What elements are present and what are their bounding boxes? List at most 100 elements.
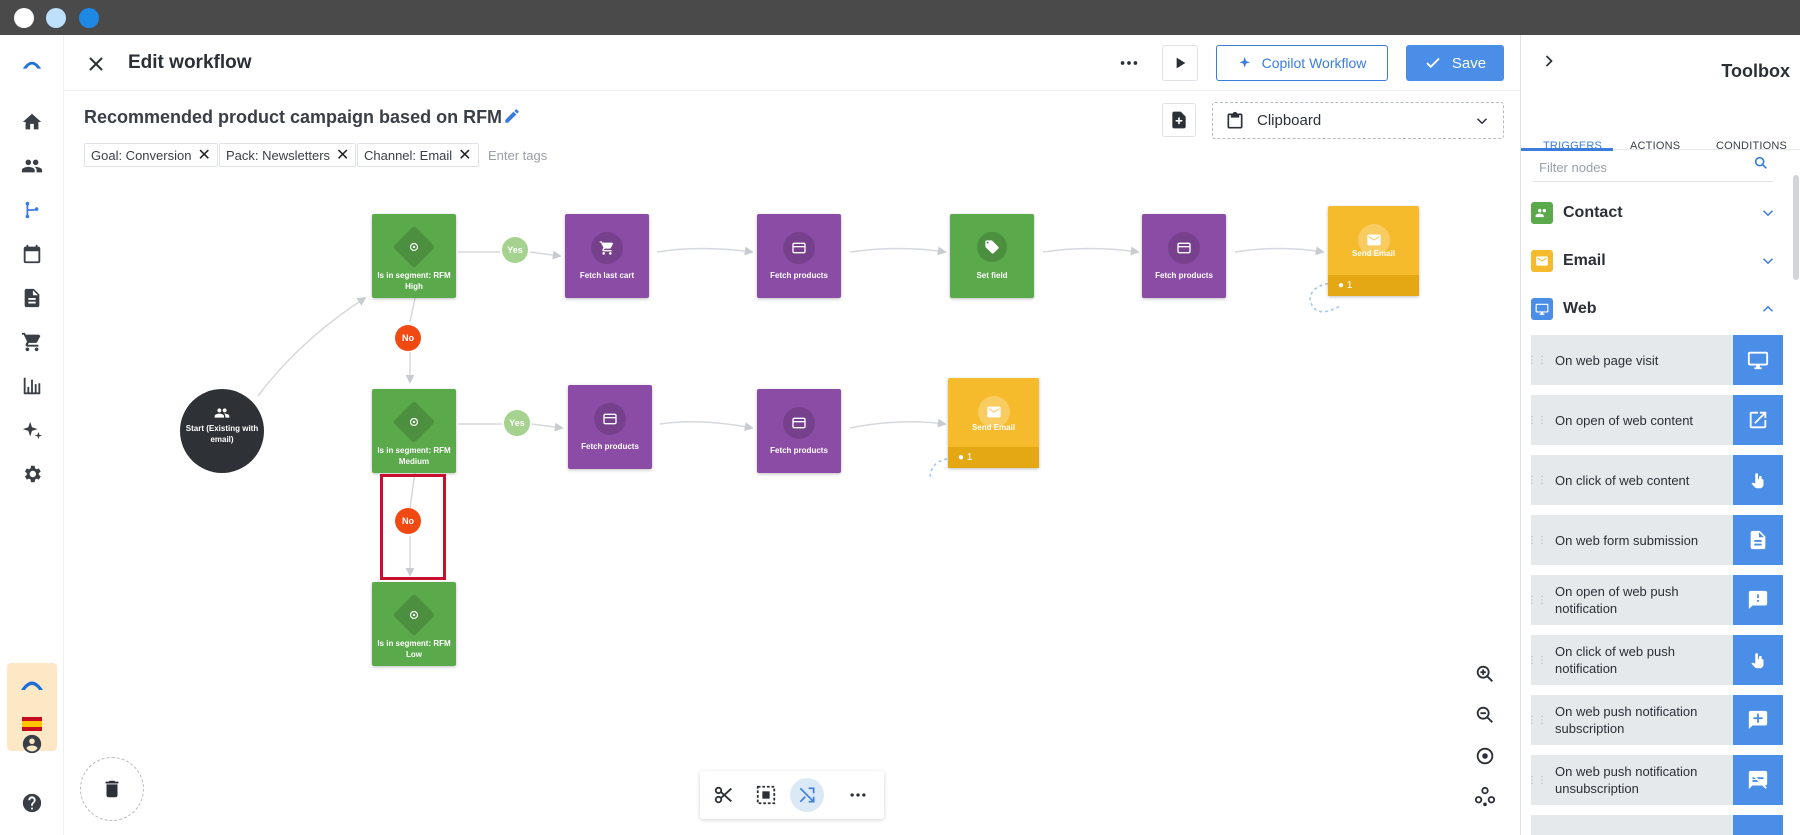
action-node-fetch-products[interactable]: Fetch products: [1142, 214, 1226, 298]
contacts-icon: [1531, 202, 1553, 224]
action-node-fetch-products[interactable]: Fetch products: [757, 389, 841, 473]
segment-icon: [392, 400, 436, 444]
node-label: Send Email: [1351, 249, 1396, 258]
collapse-chevron-icon[interactable]: [1539, 51, 1559, 71]
no-badge: No: [395, 508, 421, 534]
action-node-send-email[interactable]: Send Email ● 1: [948, 378, 1039, 468]
drag-handle-icon[interactable]: ⋮⋮: [1527, 575, 1547, 625]
node-label: Fetch products: [770, 446, 828, 455]
no-badge: No: [395, 325, 421, 351]
toolbox-item-web-form-submission[interactable]: ⋮⋮ On web form submission: [1527, 515, 1783, 565]
drag-handle-icon[interactable]: ⋮⋮: [1527, 515, 1547, 565]
item-label: On click of web push notification: [1555, 644, 1675, 676]
node-label: Fetch products: [581, 442, 639, 451]
node-label: Is in segment: RFM Medium: [377, 446, 451, 466]
drag-handle-icon[interactable]: ⋮⋮: [1527, 335, 1547, 385]
category-label: Web: [1563, 300, 1597, 317]
item-label: On web form submission: [1555, 532, 1699, 548]
toolbox-item-open-web-push[interactable]: ⋮⋮ On open of web push notification: [1527, 575, 1783, 625]
delete-drop-zone[interactable]: [80, 757, 144, 821]
scissors-icon[interactable]: [706, 779, 742, 811]
toolbox-item-web-push-subscription[interactable]: ⋮⋮ On web push notification subscription: [1527, 695, 1783, 745]
item-label: On web push notification subscription: [1555, 704, 1698, 736]
message-off-icon: [1733, 755, 1783, 805]
message-add-icon: [1733, 695, 1783, 745]
category-label: Email: [1563, 252, 1606, 269]
notification-alert-icon: [1733, 575, 1783, 625]
canvas-toolbar: [700, 771, 884, 819]
trash-icon: [105, 780, 119, 798]
category-email[interactable]: Email: [1531, 246, 1783, 276]
category-web[interactable]: Web: [1531, 294, 1783, 324]
tab-conditions[interactable]: CONDITIONS: [1716, 140, 1787, 152]
node-label: Is in segment: RFM Low: [377, 639, 451, 659]
auto-layout-icon[interactable]: [1468, 780, 1502, 814]
zoom-out-icon[interactable]: [1468, 698, 1502, 732]
card-icon: [783, 407, 815, 439]
drag-handle-icon[interactable]: [1531, 815, 1543, 835]
item-label: On open of web push notification: [1555, 584, 1679, 616]
toolbox-item-web-push-unsubscription[interactable]: ⋮⋮ On web push notification unsubscripti…: [1527, 755, 1783, 805]
segment-icon: [392, 593, 436, 637]
item-label: On click of web content: [1555, 472, 1690, 488]
toolbox-item-web-page-visit[interactable]: ⋮⋮ On web page visit: [1527, 335, 1783, 385]
node-footer: ● 1: [1328, 275, 1419, 296]
condition-node-rfm-high[interactable]: Is in segment: RFM High: [372, 214, 456, 298]
monitor-icon: [1733, 335, 1783, 385]
condition-node-rfm-medium[interactable]: Is in segment: RFM Medium: [372, 389, 456, 473]
cart-icon: [591, 232, 623, 264]
condition-node-rfm-low[interactable]: Is in segment: RFM Low: [372, 582, 456, 666]
start-node[interactable]: Start (Existing with email): [180, 389, 264, 473]
tab-triggers[interactable]: TRIGGERS: [1543, 140, 1602, 152]
drag-handle-icon[interactable]: ⋮⋮: [1527, 755, 1547, 805]
users-icon: [214, 405, 230, 424]
node-label: Send Email: [971, 423, 1016, 432]
item-label: On open of web content: [1555, 412, 1694, 428]
toolbox-panel: Toolbox TRIGGERS ACTIONS CONDITIONS Filt…: [1520, 35, 1800, 835]
drag-handle-icon[interactable]: ⋮⋮: [1527, 395, 1547, 445]
drag-handle-icon[interactable]: ⋮⋮: [1527, 695, 1547, 745]
shuffle-icon[interactable]: [790, 778, 824, 812]
toolbox-item-click-web-push[interactable]: ⋮⋮ On click of web push notification: [1527, 635, 1783, 685]
item-label: On web push notification unsubscription: [1555, 764, 1698, 796]
action-node-set-field[interactable]: Set field: [950, 214, 1034, 298]
email-count: 1: [966, 452, 973, 463]
email-count: 1: [1346, 280, 1353, 291]
toolbox-item-partial[interactable]: [1531, 815, 1783, 835]
yes-badge: Yes: [502, 237, 528, 263]
node-label: Fetch last cart: [579, 271, 635, 280]
envelope-icon: [1531, 250, 1553, 272]
item-icon: [1733, 815, 1783, 835]
node-label: Is in segment: RFM High: [377, 271, 451, 291]
drag-handle-icon[interactable]: ⋮⋮: [1527, 635, 1547, 685]
action-node-fetch-products[interactable]: Fetch products: [568, 385, 652, 469]
monitor-icon: [1531, 298, 1553, 320]
action-node-fetch-products[interactable]: Fetch products: [757, 214, 841, 298]
yes-badge: Yes: [504, 410, 530, 436]
start-node-label: Start (Existing with email): [185, 424, 259, 444]
card-icon: [1168, 232, 1200, 264]
toolbox-item-open-web-content[interactable]: ⋮⋮ On open of web content: [1527, 395, 1783, 445]
chevron-up-icon: [1759, 300, 1777, 323]
search-icon[interactable]: [1753, 155, 1769, 171]
action-node-fetch-last-cart[interactable]: Fetch last cart: [565, 214, 649, 298]
segment-icon: [392, 225, 436, 269]
scrollbar[interactable]: [1793, 175, 1799, 280]
form-icon: [1733, 515, 1783, 565]
card-icon: [594, 403, 626, 435]
toolbox-item-click-web-content[interactable]: ⋮⋮ On click of web content: [1527, 455, 1783, 505]
filter-nodes-input[interactable]: Filter nodes: [1533, 152, 1773, 182]
center-view-icon[interactable]: [1468, 739, 1502, 773]
category-contact[interactable]: Contact: [1531, 198, 1783, 228]
item-label: On web page visit: [1555, 352, 1659, 368]
select-area-icon[interactable]: [748, 779, 784, 811]
node-label: Set field: [976, 271, 1008, 280]
zoom-in-icon[interactable]: [1468, 657, 1502, 691]
touch-icon: [1733, 635, 1783, 685]
drag-handle-icon[interactable]: ⋮⋮: [1527, 455, 1547, 505]
tab-actions[interactable]: ACTIONS: [1630, 140, 1680, 152]
action-node-send-email[interactable]: Send Email ● 1: [1328, 206, 1419, 296]
chevron-down-icon: [1759, 204, 1777, 227]
tag-icon: [977, 232, 1007, 262]
more-options-icon[interactable]: [840, 779, 876, 811]
